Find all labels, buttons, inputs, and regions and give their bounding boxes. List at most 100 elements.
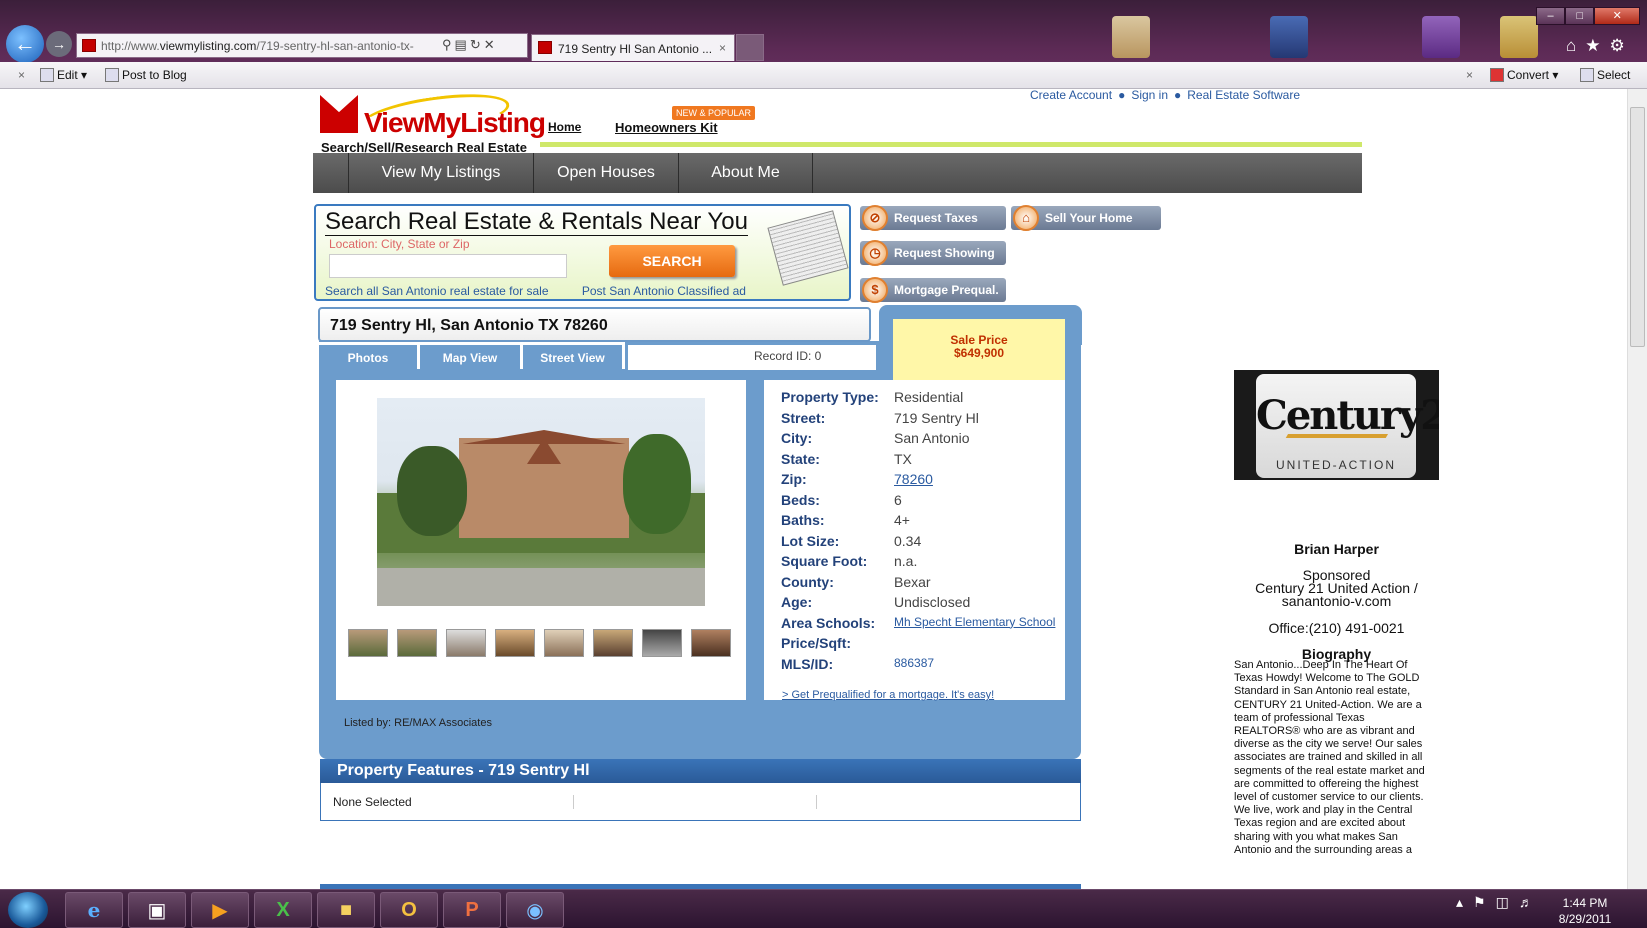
real-estate-software-link[interactable]: Real Estate Software [1187,89,1300,102]
thumbnail[interactable] [495,629,535,657]
url-domain: viewmylisting.com [159,38,257,53]
thumbnail[interactable] [642,629,682,657]
search-title: Search Real Estate & Rentals Near You [325,208,748,236]
nav-about-me[interactable]: About Me [679,153,813,193]
back-button[interactable]: ← [6,25,44,63]
stop-icon[interactable]: ✕ [484,37,498,52]
close-window-icon[interactable]: ✕ [1594,7,1640,25]
request-taxes-button[interactable]: ⊘ Request Taxes [860,205,1006,231]
search-button[interactable]: SEARCH [609,245,735,277]
dollar-icon: $ [862,277,888,303]
home-link[interactable]: Home [548,120,581,134]
edit-label: Edit [57,68,78,82]
photo-pane [336,380,746,700]
tab-photos[interactable]: Photos [319,342,420,369]
detail-value: San Antonio [894,430,970,446]
browser-chrome: ← → http://www. viewmylisting.com/719-sen… [0,0,1647,89]
taskbar-excel[interactable]: X [254,892,312,928]
refresh-icon[interactable]: ↻ [470,37,484,52]
maximize-icon[interactable]: □ [1565,7,1595,25]
agent-office-phone: Office:(210) 491-0021 [1268,620,1405,636]
volume-icon[interactable]: ♬ [1519,894,1543,910]
edit-button[interactable]: Edit ▾ [40,68,87,82]
home-icon[interactable]: ⌂ [1566,36,1585,55]
network-icon[interactable]: ◫ [1496,894,1519,910]
sell-your-home-button[interactable]: ⌂ Sell Your Home [1011,205,1161,231]
compat-view-icon[interactable]: ▤ [455,37,470,52]
thumbnail[interactable] [691,629,731,657]
century21-badge: Century21 UNITED-ACTION [1256,374,1439,478]
nav-open-houses[interactable]: Open Houses [534,153,679,193]
tab-close-icon[interactable]: × [719,41,726,55]
new-tab-button[interactable] [736,34,764,61]
browser-tab-active[interactable]: 719 Sentry Hl San Antonio ... × [531,34,735,61]
tab-map-view[interactable]: Map View [420,342,523,369]
taskbar-folder[interactable]: ■ [317,892,375,928]
search-panel: Search Real Estate & Rentals Near You Lo… [314,204,851,301]
create-account-link[interactable]: Create Account [1030,89,1112,102]
location-input[interactable] [329,254,567,278]
search-icon[interactable]: ⚲ [442,37,455,52]
thumbnail[interactable] [446,629,486,657]
favorites-star-icon[interactable]: ★ [1585,36,1609,55]
agent-name: Brian Harper [1294,541,1379,557]
detail-label: Age: [781,594,813,610]
thumbnail[interactable] [348,629,388,657]
window-controls: – □ ✕ [1536,7,1640,25]
detail-value: 4+ [894,512,910,528]
detail-value: n.a. [894,553,918,569]
prequal-link[interactable]: > Get Prequalified for a mortgage. It's … [782,689,994,701]
taskbar-media-player[interactable]: ▶ [191,892,249,928]
taskbar-paint[interactable]: ◉ [506,892,564,928]
taskbar-outlook[interactable]: O [380,892,438,928]
tab-street-view[interactable]: Street View [523,342,625,369]
homeowners-kit-link[interactable]: Homeowners Kit [615,120,718,135]
start-button[interactable] [8,892,48,928]
mortgage-prequal-label: Mortgage Prequal. [894,283,999,297]
search-links: Search all San Antonio real estate for s… [325,284,776,298]
detail-label: Lot Size: [781,532,840,549]
agent-website: sanantonio-v.com [1281,593,1392,609]
cmdbar-close2-icon[interactable]: × [1466,68,1473,82]
site-logo[interactable]: ViewMyListing Search/Sell/Research Real … [320,89,546,157]
cmdbar-close-icon[interactable]: × [18,68,25,82]
tree-left [397,446,467,536]
post-classified-link[interactable]: Post San Antonio Classified ad [582,284,746,298]
select-button[interactable]: Select [1580,68,1630,82]
logo-text: ViewMyListing [364,107,546,138]
convert-button[interactable]: Convert ▾ [1490,68,1558,82]
request-showing-button[interactable]: ◷ Request Showing [860,240,1006,266]
thumbnail[interactable] [544,629,584,657]
detail-label: Area Schools: [781,614,876,631]
forward-button[interactable]: → [46,31,72,57]
action-center-flag-icon[interactable]: ⚑ [1473,894,1496,910]
thumbnail[interactable] [593,629,633,657]
century21-logo[interactable]: Century21 UNITED-ACTION [1234,370,1439,480]
main-property-photo[interactable] [377,398,705,606]
forward-arrow-icon: → [52,36,66,52]
convert-dropdown-icon[interactable]: ▾ [1552,68,1558,82]
show-hidden-icons-icon[interactable]: ▴ [1456,894,1473,910]
zip-link[interactable]: 78260 [894,471,933,487]
page-scrollbar[interactable] [1627,89,1647,889]
taskbar-clock[interactable]: 1:44 PM 8/29/2011 [1545,895,1625,927]
post-to-blog-button[interactable]: Post to Blog [105,68,187,82]
taskbar-powerpoint[interactable]: P [443,892,501,928]
detail-label: Beds: [781,491,820,508]
mortgage-prequal-button[interactable]: $ Mortgage Prequal. [860,277,1006,303]
taskbar-ie[interactable]: e [65,892,123,928]
tab-favicon-icon [538,41,552,54]
sale-price-box: Sale Price $649,900 [893,319,1065,381]
tree-right [623,434,691,534]
paint-icon: ◉ [526,899,544,922]
scrollbar-thumb[interactable] [1630,107,1645,347]
nav-view-my-listings[interactable]: View My Listings [349,153,534,193]
taskbar-explorer[interactable]: ▣ [128,892,186,928]
sign-in-link[interactable]: Sign in [1131,89,1168,102]
san-antonio-real-estate-link[interactable]: San Antonio real estate for sale [382,284,549,298]
minimize-icon[interactable]: – [1536,7,1566,25]
area-school-link[interactable]: Mh Specht Elementary School [894,615,1055,629]
thumbnail[interactable] [397,629,437,657]
chevron-down-icon[interactable]: ▾ [81,68,87,82]
gear-icon[interactable]: ⚙ [1610,36,1634,55]
